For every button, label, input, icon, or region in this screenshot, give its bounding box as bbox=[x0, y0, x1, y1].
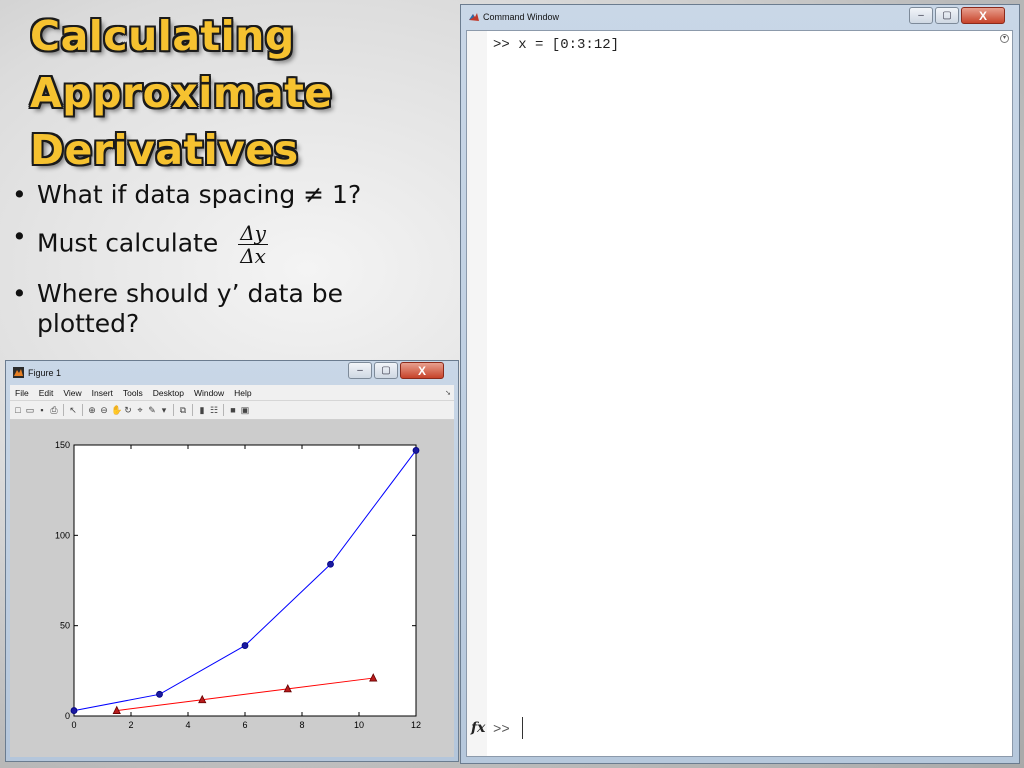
minimize-button[interactable]: – bbox=[348, 362, 372, 379]
bullet-text: What if data spacing ≠ 1? bbox=[37, 180, 362, 209]
figure-menubar: File Edit View Insert Tools Desktop Wind… bbox=[10, 385, 454, 401]
x-tick-label: 4 bbox=[185, 720, 190, 730]
command-window-titlebar[interactable]: Command Window – ▢ X bbox=[461, 5, 1019, 29]
fraction-numerator: Δy bbox=[238, 221, 268, 245]
data-point-circle bbox=[327, 560, 334, 568]
slide-title: Calculating Approximate Derivatives bbox=[30, 8, 450, 179]
toolbar-separator bbox=[173, 404, 174, 416]
open-file-icon[interactable]: ▭ bbox=[25, 405, 35, 415]
menu-tools[interactable]: Tools bbox=[118, 388, 148, 398]
bullet-dot: • bbox=[12, 279, 27, 308]
menu-edit[interactable]: Edit bbox=[34, 388, 59, 398]
x-tick-label: 0 bbox=[71, 720, 76, 730]
bullet-text: Must calculate bbox=[37, 228, 219, 258]
menu-desktop[interactable]: Desktop bbox=[148, 388, 189, 398]
print-icon[interactable]: ⎙ bbox=[49, 405, 59, 415]
close-button[interactable]: X bbox=[961, 7, 1005, 24]
toolbar-separator bbox=[82, 404, 83, 416]
menu-window[interactable]: Window bbox=[189, 388, 229, 398]
hide-plot-tools-icon[interactable]: ■ bbox=[228, 405, 238, 415]
figure-window-title: Figure 1 bbox=[28, 368, 62, 378]
save-icon[interactable]: ▪ bbox=[37, 405, 47, 415]
x-tick-label: 6 bbox=[242, 720, 247, 730]
slide-title-line: Approximate bbox=[30, 69, 333, 117]
x-tick-label: 8 bbox=[299, 720, 304, 730]
bullet-item: • Where should y’ data be plotted? bbox=[10, 279, 450, 339]
figure-toolbar: □ ▭ ▪ ⎙ ↖ ⊕ ⊖ ✋ ↻ ⌖ ✎ ▾ ⧉ ▮ ☷ ■ ▣ bbox=[10, 401, 454, 420]
toolbar-separator bbox=[223, 404, 224, 416]
insert-colorbar-icon[interactable]: ▮ bbox=[197, 405, 207, 415]
new-figure-icon[interactable]: □ bbox=[13, 405, 23, 415]
function-browser-icon[interactable]: fx bbox=[471, 720, 485, 736]
zoom-in-icon[interactable]: ⊕ bbox=[87, 405, 97, 415]
window-controls: – ▢ X bbox=[909, 7, 1005, 24]
zoom-out-icon[interactable]: ⊖ bbox=[99, 405, 109, 415]
close-button[interactable]: X bbox=[400, 362, 444, 379]
brush-dropdown-icon[interactable]: ▾ bbox=[159, 405, 169, 415]
show-plot-tools-icon[interactable]: ▣ bbox=[240, 405, 250, 415]
x-tick-label: 10 bbox=[354, 720, 364, 730]
rotate-3d-icon[interactable]: ↻ bbox=[123, 405, 133, 415]
link-plot-icon[interactable]: ⧉ bbox=[178, 405, 188, 415]
bullet-item: • Must calculate Δy Δx bbox=[10, 222, 450, 267]
menu-help[interactable]: Help bbox=[229, 388, 256, 398]
toolbar-separator bbox=[192, 404, 193, 416]
bullet-dot: • bbox=[12, 222, 27, 251]
fraction-denominator: Δx bbox=[240, 244, 266, 268]
brush-icon[interactable]: ✎ bbox=[147, 405, 157, 415]
command-window-options-icon[interactable]: ▾ bbox=[1000, 34, 1009, 43]
maximize-button[interactable]: ▢ bbox=[374, 362, 398, 379]
data-point-circle bbox=[412, 447, 420, 454]
menu-file[interactable]: File bbox=[10, 388, 34, 398]
command-gutter bbox=[467, 31, 487, 756]
slide-title-line: Calculating bbox=[30, 12, 295, 60]
minimize-button[interactable]: – bbox=[909, 7, 933, 24]
y-tick-label: 50 bbox=[60, 621, 70, 631]
x-tick-label: 12 bbox=[411, 720, 421, 730]
bullet-text: Where should y’ data be plotted? bbox=[37, 279, 343, 338]
command-input-caret[interactable] bbox=[522, 717, 523, 739]
figure-window[interactable]: Figure 1 – ▢ X File Edit View Insert Too… bbox=[5, 360, 459, 762]
data-point-circle bbox=[241, 642, 249, 649]
data-cursor-icon[interactable]: ⌖ bbox=[135, 405, 145, 415]
command-window-body[interactable]: ▾ >> x = [0:3:12] fx >> bbox=[466, 30, 1013, 757]
command-prompt: >> bbox=[493, 722, 510, 738]
matlab-figure-icon bbox=[13, 367, 24, 378]
plot-svg: 0 2 4 6 8 10 12 0 50 100 150 bbox=[55, 440, 421, 730]
y-tick-label: 150 bbox=[55, 440, 70, 450]
command-history-line: >> x = [0:3:12] bbox=[493, 37, 620, 53]
command-window-title: Command Window bbox=[483, 12, 560, 22]
command-window[interactable]: Command Window – ▢ X ▾ >> x = [0:3:12] f… bbox=[460, 4, 1020, 764]
y-tick-label: 100 bbox=[55, 530, 70, 540]
dock-arrow-icon[interactable]: ➘ bbox=[445, 389, 454, 397]
menu-insert[interactable]: Insert bbox=[87, 388, 118, 398]
bullet-list: • What if data spacing ≠ 1? • Must calcu… bbox=[10, 180, 450, 351]
figure-window-controls: – ▢ X bbox=[348, 362, 444, 379]
edit-plot-arrow-icon[interactable]: ↖ bbox=[68, 405, 78, 415]
y-tick-label: 0 bbox=[65, 711, 70, 721]
pan-hand-icon[interactable]: ✋ bbox=[111, 405, 122, 415]
bullet-item: • What if data spacing ≠ 1? bbox=[10, 180, 450, 210]
figure-window-titlebar[interactable]: Figure 1 – ▢ X bbox=[6, 361, 458, 383]
data-point-circle bbox=[156, 690, 163, 698]
figure-canvas: 0 2 4 6 8 10 12 0 50 100 150 bbox=[10, 420, 454, 757]
delta-fraction: Δy Δx bbox=[238, 222, 268, 267]
bullet-dot: • bbox=[12, 180, 27, 209]
plot-axes-box bbox=[73, 444, 417, 717]
slide-title-line: Derivatives bbox=[30, 126, 299, 174]
maximize-button[interactable]: ▢ bbox=[935, 7, 959, 24]
toolbar-separator bbox=[63, 404, 64, 416]
menu-view[interactable]: View bbox=[58, 388, 86, 398]
insert-legend-icon[interactable]: ☷ bbox=[209, 405, 219, 415]
x-tick-label: 2 bbox=[128, 720, 133, 730]
matlab-logo-icon bbox=[469, 13, 479, 21]
data-point-circle bbox=[70, 707, 78, 714]
